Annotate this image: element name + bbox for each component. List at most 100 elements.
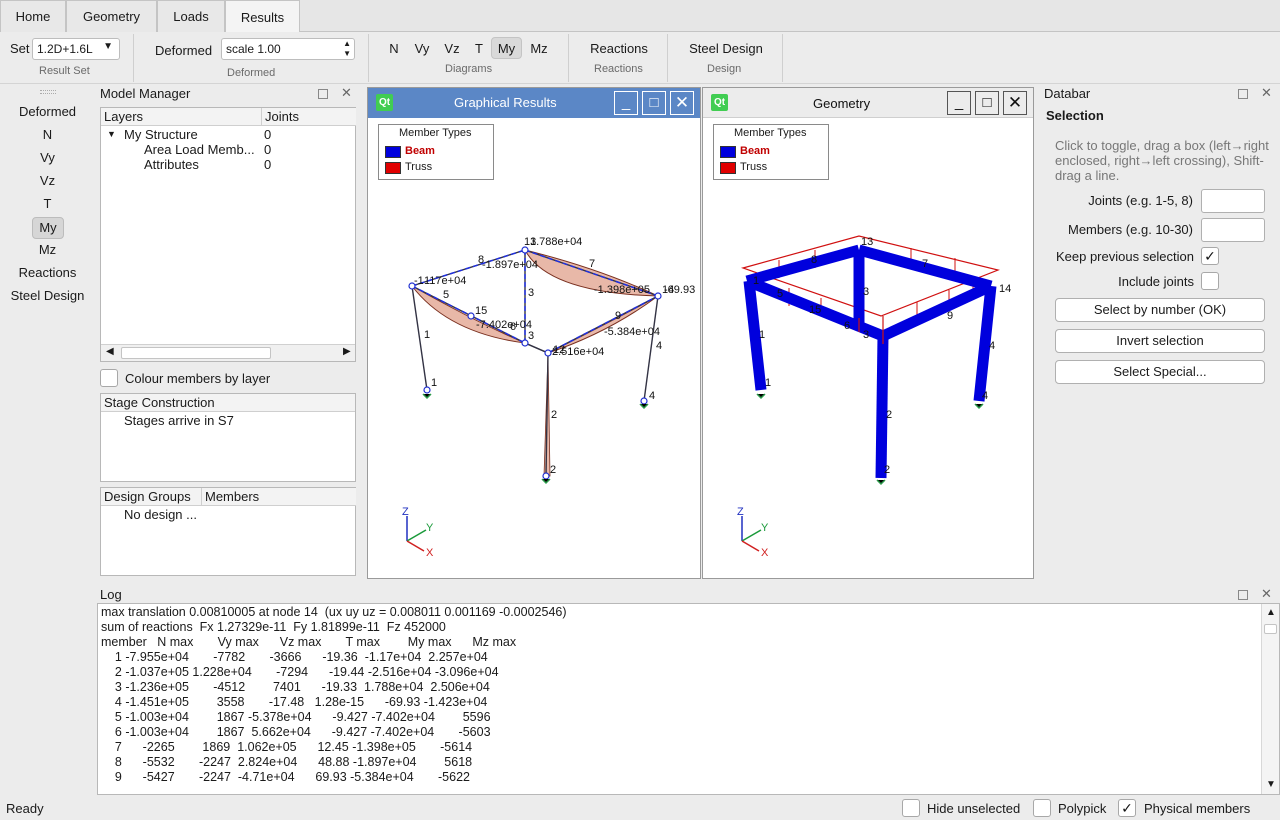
select-special-button[interactable]: Select Special... [1055,360,1265,384]
select-by-number-button[interactable]: Select by number (OK) [1055,298,1265,322]
close-dock-icon[interactable]: ✕ [1261,586,1272,602]
design-group-label: Design [707,63,742,75]
log-line: member N max Vy max Vz max T max My max … [101,635,517,649]
log-line: 5 -1.003e+04 1867 -5.378e+04 -9.427 -7.4… [101,710,491,724]
sidebar-t-button[interactable]: T [0,194,95,214]
maximize-icon[interactable]: □ [642,91,666,115]
deformed-scale-spinbox[interactable]: scale 1.00 ▲ ▼ [221,38,355,60]
close-dock-icon[interactable]: ✕ [341,85,352,101]
sidebar-n-button[interactable]: N [0,125,95,145]
polypick-checkbox[interactable] [1033,799,1051,817]
window-title: Geometry [813,96,871,111]
label-6: 6 [510,321,516,333]
log-line: max translation 0.00810005 at node 14 (u… [101,605,567,619]
geometry-titlebar[interactable]: Qt Geometry _ □ ✕ [703,88,1033,118]
diagram-mz-button[interactable]: Mz [527,37,551,59]
tree-expand-icon[interactable]: ▼ [107,129,116,139]
hide-unselected-checkbox[interactable] [902,799,920,817]
model-manager-title: Model Manager [100,86,191,101]
float-dock-icon[interactable] [1238,89,1248,99]
stage-info-text: Stages arrive in S7 [124,413,234,428]
spin-arrows-icon[interactable]: ▲ ▼ [343,39,351,59]
set-label: Set [10,41,30,56]
graphical-results-titlebar[interactable]: Qt Graphical Results _ □ ✕ [368,88,700,118]
value-8: -1.897e+04 [482,259,538,271]
value-11: 117e+04 [424,275,466,287]
layers-column-header[interactable]: Layers [101,108,261,126]
tab-results[interactable]: Results [225,0,300,33]
sidebar-deformed-button[interactable]: Deformed [0,102,95,122]
tab-home[interactable]: Home [0,0,66,32]
close-dock-icon[interactable]: ✕ [1261,85,1272,101]
sidebar-vy-button[interactable]: Vy [0,148,95,168]
selection-heading: Selection [1046,108,1104,123]
label-8: 8 [811,254,817,266]
horizontal-scrollbar[interactable]: ◀ ▶ [101,344,355,361]
diagram-n-button[interactable]: N [384,37,404,59]
steel-design-button[interactable]: Steel Design [685,37,767,59]
sidebar-vz-button[interactable]: Vz [0,171,95,191]
design-groups-header[interactable]: Design Groups [101,488,201,506]
tree-item-label[interactable]: My Structure [124,127,198,142]
label-1: 1 [424,329,430,341]
diagram-t-button[interactable]: T [470,37,488,59]
node-2: 2 [884,464,890,476]
scroll-right-icon[interactable]: ▶ [343,346,351,357]
label-1: 1 [759,329,765,341]
tab-geometry[interactable]: Geometry [66,0,157,32]
colour-by-layer-checkbox[interactable] [100,369,118,387]
log-title: Log [100,587,122,602]
scrollbar-thumb[interactable] [1264,624,1277,634]
scroll-down-icon[interactable]: ▼ [1266,779,1276,790]
node-1: 1 [431,377,437,389]
log-line: 8 -5532 -2247 2.824e+04 48.88 -1.897e+04… [101,755,473,769]
stage-construction-panel: Stage Construction Stages arrive in S7 [100,393,356,482]
ribbon-divider [133,34,134,82]
include-joints-checkbox[interactable] [1201,272,1219,290]
results-viewport[interactable]: 13 1.788e+04 8 -1.897e+04 7 -1 117e+04 -… [368,118,700,578]
members-label: Members (e.g. 10-30) [1068,222,1193,237]
float-dock-icon[interactable] [1238,590,1248,600]
sidebar-reactions-button[interactable]: Reactions [0,263,95,283]
ribbon-divider [568,34,569,82]
sidebar-steel-design-button[interactable]: Steel Design [0,286,95,306]
joints-input[interactable] [1201,189,1265,213]
vertical-scrollbar[interactable]: ▲ ▼ [1261,604,1279,794]
reactions-button[interactable]: Reactions [586,37,652,59]
geometry-viewport[interactable]: 13 8 7 1 14 5 3 15 6 3 9 1 4 2 1 4 2 Z Y [703,118,1033,578]
log-line: 2 -1.037e+05 1.228e+04 -7294 -19.44 -2.5… [101,665,499,679]
colour-by-layer-label: Colour members by layer [125,371,271,386]
drag-handle[interactable] [40,90,56,94]
diagram-my-button[interactable]: My [491,37,522,59]
diagram-vy-button[interactable]: Vy [410,37,434,59]
minimize-icon[interactable]: _ [947,91,971,115]
joints-label: Joints (e.g. 1-5, 8) [1088,193,1193,208]
members-input[interactable] [1201,218,1265,242]
maximize-icon[interactable]: □ [975,91,999,115]
log-output[interactable]: max translation 0.00810005 at node 14 (u… [97,603,1280,795]
tree-item-label[interactable]: Area Load Memb... [144,142,255,157]
float-dock-icon[interactable] [318,89,328,99]
label-4: 4 [656,340,662,352]
diagram-vz-button[interactable]: Vz [440,37,464,59]
keep-selection-checkbox[interactable]: ✓ [1201,247,1219,265]
minimize-icon[interactable]: _ [614,91,638,115]
invert-selection-button[interactable]: Invert selection [1055,329,1265,353]
sidebar-my-button[interactable]: My [32,217,64,239]
tree-item-label[interactable]: Attributes [144,157,199,172]
beam-members [743,244,997,479]
joints-column-header[interactable]: Joints [261,108,356,126]
close-icon[interactable]: ✕ [670,91,694,115]
close-icon[interactable]: ✕ [1003,91,1027,115]
tab-loads[interactable]: Loads [157,0,225,32]
members-header[interactable]: Members [201,488,356,506]
chevron-down-icon: ▼ [103,41,113,52]
scrollbar-thumb[interactable] [121,347,271,359]
sidebar-mz-button[interactable]: Mz [0,240,95,260]
label-3a: 3 [528,287,534,299]
physical-members-checkbox[interactable]: ✓ [1118,799,1136,817]
scroll-up-icon[interactable]: ▲ [1266,607,1276,618]
scroll-left-icon[interactable]: ◀ [106,346,114,357]
result-set-combo[interactable]: 1.2D+1.6L ▼ [32,38,120,60]
axis-triad: Z Y X [737,506,769,559]
